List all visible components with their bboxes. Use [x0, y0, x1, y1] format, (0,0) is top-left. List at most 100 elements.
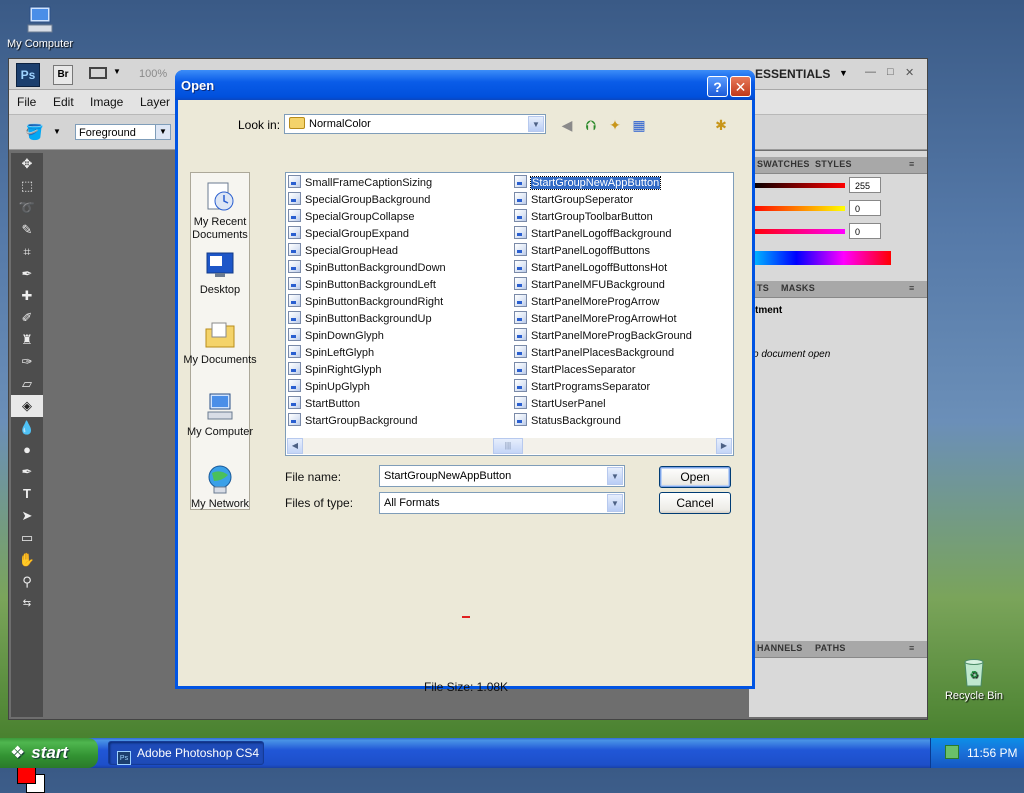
file-list-item[interactable]: SpecialGroupCollapse: [288, 209, 414, 226]
file-list-item[interactable]: StartPanelPlacesBackground: [514, 345, 674, 362]
file-list-item[interactable]: SpinDownGlyph: [288, 328, 384, 345]
color-spectrum[interactable]: [749, 251, 891, 265]
view-extras-chevron-icon[interactable]: ▼: [113, 67, 121, 76]
back-icon[interactable]: ◀: [558, 116, 576, 134]
pen-tool-icon[interactable]: ✒: [11, 461, 43, 483]
green-value[interactable]: 0: [849, 200, 881, 216]
file-list-item[interactable]: StartPanelMoreProgArrow: [514, 294, 659, 311]
tray-icon[interactable]: [945, 745, 959, 759]
path-select-tool-icon[interactable]: ➤: [11, 505, 43, 527]
workspace-chevron-icon[interactable]: ▼: [839, 68, 848, 78]
blue-value[interactable]: 0: [849, 223, 881, 239]
panel-menu-icon[interactable]: ≡: [909, 643, 915, 653]
type-tool-icon[interactable]: T: [11, 483, 43, 505]
green-slider[interactable]: [751, 206, 845, 211]
file-list-item[interactable]: SpinLeftGlyph: [288, 345, 374, 362]
place-recent[interactable]: My Recent Documents: [177, 181, 263, 242]
quick-select-tool-icon[interactable]: ✎: [11, 219, 43, 241]
place-my-documents[interactable]: My Documents: [177, 319, 263, 367]
file-list-item[interactable]: StartUserPanel: [514, 396, 606, 413]
file-list-item[interactable]: StartProgramsSeparator: [514, 379, 650, 396]
place-desktop[interactable]: Desktop: [177, 249, 263, 297]
file-list-item[interactable]: SpinButtonBackgroundUp: [288, 311, 432, 328]
tab-swatches[interactable]: SWATCHES: [757, 159, 810, 169]
taskbar-item-photoshop[interactable]: Ps Adobe Photoshop CS4: [108, 741, 264, 765]
file-type-select[interactable]: All Formats ▼: [379, 492, 625, 514]
eyedropper-tool-icon[interactable]: ✒: [11, 263, 43, 285]
file-list-item[interactable]: StartPlacesSeparator: [514, 362, 636, 379]
crop-tool-icon[interactable]: ⌗: [11, 241, 43, 263]
paint-bucket-icon[interactable]: 🪣: [25, 123, 44, 141]
paint-bucket-tool-icon[interactable]: ◈: [11, 395, 43, 417]
up-folder-icon[interactable]: ⮉: [582, 116, 600, 134]
menu-edit[interactable]: Edit: [53, 95, 74, 109]
desktop-recycle-bin[interactable]: ♻ Recycle Bin: [934, 656, 1014, 702]
file-list-item[interactable]: StartPanelLogoffButtonsHot: [514, 260, 667, 277]
minimize-icon[interactable]: —: [865, 66, 876, 78]
clock[interactable]: 11:56 PM: [967, 746, 1017, 760]
file-list-item[interactable]: StartButton: [288, 396, 360, 413]
horizontal-scrollbar[interactable]: ◀ ||| ▶: [287, 438, 732, 454]
blur-tool-icon[interactable]: 💧: [11, 417, 43, 439]
cancel-button[interactable]: Cancel: [659, 492, 731, 514]
tab-adjustments[interactable]: TS: [757, 283, 769, 293]
blue-slider[interactable]: [751, 229, 845, 234]
zoom-tool-icon[interactable]: ⚲: [11, 571, 43, 593]
scroll-right-icon[interactable]: ▶: [716, 438, 732, 454]
file-list-item[interactable]: StartPanelLogoffButtons: [514, 243, 650, 260]
file-list-item[interactable]: StartPanelMoreProgArrowHot: [514, 311, 677, 328]
tab-styles[interactable]: STYLES: [815, 159, 852, 169]
file-list-item[interactable]: SpinButtonBackgroundLeft: [288, 277, 436, 294]
swap-colors-icon[interactable]: ⇆: [11, 593, 43, 615]
workspace-switcher[interactable]: ESSENTIALS: [755, 67, 830, 81]
red-slider[interactable]: [751, 183, 845, 188]
look-in-combo[interactable]: NormalColor ▼: [284, 114, 546, 134]
scroll-left-icon[interactable]: ◀: [287, 438, 303, 454]
fill-source-select[interactable]: Foreground ▼: [75, 124, 171, 140]
red-value[interactable]: 255: [849, 177, 881, 193]
close-icon[interactable]: ✕: [905, 66, 914, 79]
dodge-tool-icon[interactable]: ●: [11, 439, 43, 461]
file-list-item[interactable]: SpinRightGlyph: [288, 362, 381, 379]
tab-channels[interactable]: HANNELS: [757, 643, 803, 653]
place-my-computer[interactable]: My Computer: [177, 391, 263, 439]
hand-tool-icon[interactable]: ✋: [11, 549, 43, 571]
file-list-item[interactable]: SmallFrameCaptionSizing: [288, 175, 432, 192]
history-brush-tool-icon[interactable]: ✑: [11, 351, 43, 373]
file-list-item[interactable]: SpecialGroupExpand: [288, 226, 409, 243]
file-list-item[interactable]: StartPanelMFUBackground: [514, 277, 665, 294]
close-button[interactable]: ✕: [730, 76, 751, 97]
file-list-item[interactable]: SpinButtonBackgroundRight: [288, 294, 443, 311]
panel-menu-icon[interactable]: ≡: [909, 283, 915, 293]
file-list-item[interactable]: StartPanelLogoffBackground: [514, 226, 671, 243]
bridge-button[interactable]: Br: [53, 65, 73, 85]
menu-file[interactable]: File: [17, 95, 36, 109]
file-list-item[interactable]: StartGroupToolbarButton: [514, 209, 653, 226]
file-name-input[interactable]: StartGroupNewAppButton ▼: [379, 465, 625, 487]
file-list-item[interactable]: StartGroupSeperator: [514, 192, 633, 209]
menu-layer[interactable]: Layer: [140, 95, 170, 109]
shape-tool-icon[interactable]: ▭: [11, 527, 43, 549]
tab-paths[interactable]: PATHS: [815, 643, 846, 653]
desktop-my-computer[interactable]: My Computer: [0, 4, 80, 50]
panel-menu-icon[interactable]: ≡: [909, 159, 915, 169]
zoom-level[interactable]: 100%: [139, 68, 167, 80]
eraser-tool-icon[interactable]: ▱: [11, 373, 43, 395]
file-list-item[interactable]: StartPanelMoreProgBackGround: [514, 328, 692, 345]
marquee-tool-icon[interactable]: ⬚: [11, 175, 43, 197]
new-folder-icon[interactable]: ✦: [606, 116, 624, 134]
scroll-thumb[interactable]: |||: [493, 438, 523, 454]
tab-masks[interactable]: MASKS: [781, 283, 815, 293]
file-list-item[interactable]: SpinUpGlyph: [288, 379, 370, 396]
file-list-item[interactable]: SpinButtonBackgroundDown: [288, 260, 446, 277]
help-button[interactable]: ?: [707, 76, 728, 97]
view-extras-icon[interactable]: [89, 67, 107, 79]
file-list-item[interactable]: StartGroupNewAppButton: [514, 175, 662, 192]
file-list-item[interactable]: SpecialGroupBackground: [288, 192, 430, 209]
clone-stamp-tool-icon[interactable]: ♜: [11, 329, 43, 351]
brush-tool-icon[interactable]: ✐: [11, 307, 43, 329]
open-button[interactable]: Open: [659, 466, 731, 488]
file-list-item[interactable]: SpecialGroupHead: [288, 243, 398, 260]
place-my-network[interactable]: My Network: [177, 463, 263, 511]
favorite-folder-icon[interactable]: ✱: [712, 116, 730, 134]
